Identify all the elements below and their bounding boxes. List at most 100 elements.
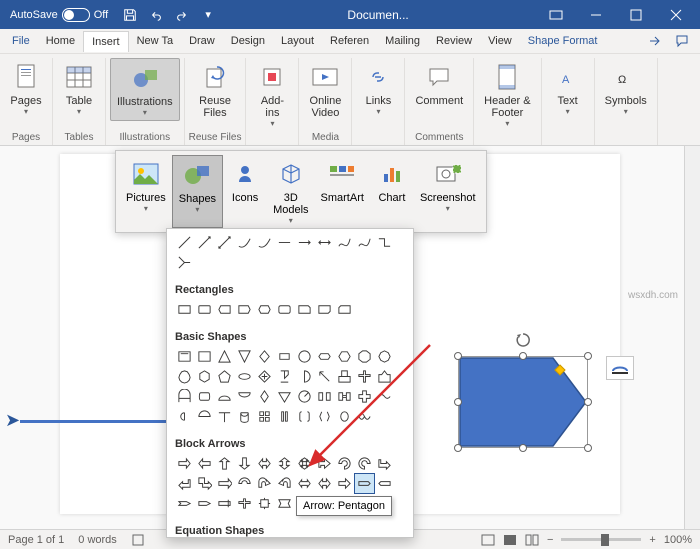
shape-item[interactable] [255,494,274,513]
shape-item[interactable] [175,253,194,272]
shape-item[interactable] [355,233,374,252]
shape-item[interactable] [275,494,294,513]
resize-handle[interactable] [584,444,592,452]
tab-insert[interactable]: Insert [83,31,129,52]
shape-item[interactable] [215,454,234,473]
shape-item[interactable] [215,474,234,493]
shape-item[interactable] [215,233,234,252]
shape-item[interactable] [295,387,314,406]
shape-item[interactable] [335,300,354,319]
shape-item[interactable] [235,454,254,473]
links-button[interactable]: Links▾ [356,58,400,119]
shape-item[interactable] [235,474,254,493]
ribbon-display-icon[interactable] [536,0,576,29]
illustrations-button[interactable]: Illustrations▾ [110,58,180,121]
shape-item[interactable] [195,387,214,406]
shapes-button[interactable]: Shapes▾ [172,155,223,228]
shape-item[interactable] [235,387,254,406]
3d-models-button[interactable]: 3D Models▾ [267,155,314,228]
shape-item[interactable] [235,300,254,319]
shape-item[interactable] [275,454,294,473]
zoom-slider[interactable] [561,538,641,541]
table-button[interactable]: Table▾ [57,58,101,119]
maximize-icon[interactable] [616,0,656,29]
resize-handle[interactable] [454,444,462,452]
shape-item[interactable] [235,347,254,366]
shape-item[interactable] [275,300,294,319]
shape-item[interactable] [255,454,274,473]
shape-item[interactable] [215,300,234,319]
tab-shape-format[interactable]: Shape Format [520,31,606,51]
shape-item[interactable] [195,347,214,366]
zoom-level[interactable]: 100% [664,534,692,546]
resize-handle[interactable] [454,398,462,406]
shape-item[interactable] [255,367,274,386]
share-icon[interactable] [640,29,668,53]
comment-button[interactable]: Comment [409,58,469,110]
pages-button[interactable]: Pages▾ [4,58,48,119]
tab-home[interactable]: Home [38,31,83,51]
shape-item[interactable] [375,233,394,252]
page-count[interactable]: Page 1 of 1 [8,534,64,546]
zoom-out-icon[interactable]: − [547,534,553,546]
shape-item[interactable] [375,387,394,406]
shape-item[interactable] [355,474,374,493]
shape-item[interactable] [175,300,194,319]
shape-item[interactable] [175,454,194,473]
shape-item[interactable] [195,407,214,426]
shape-item[interactable] [255,233,274,252]
shape-item[interactable] [375,474,394,493]
tab-review[interactable]: Review [428,31,480,51]
shape-item[interactable] [335,454,354,473]
shape-item[interactable] [295,407,314,426]
shape-item[interactable] [195,474,214,493]
tab-design[interactable]: Design [223,31,273,51]
shape-item[interactable] [195,454,214,473]
resize-handle[interactable] [519,444,527,452]
chart-button[interactable]: Chart [370,155,414,228]
shape-item[interactable] [255,300,274,319]
undo-icon[interactable] [144,3,168,27]
pictures-button[interactable]: Pictures▾ [120,155,172,228]
shape-item[interactable] [175,407,194,426]
shape-item[interactable] [175,494,194,513]
shape-item[interactable] [275,474,294,493]
shape-item[interactable] [255,474,274,493]
shape-item[interactable] [275,347,294,366]
shape-item[interactable] [315,454,334,473]
shape-item[interactable] [295,454,314,473]
icons-button[interactable]: Icons [223,155,267,228]
tab-file[interactable]: File [4,31,38,51]
shape-item[interactable] [175,233,194,252]
tab-newtab[interactable]: New Ta [129,31,181,51]
shape-item[interactable] [315,347,334,366]
text-button[interactable]: AText▾ [546,58,590,119]
shape-item[interactable] [235,367,254,386]
zoom-in-icon[interactable]: + [649,534,655,546]
shape-item[interactable] [215,367,234,386]
shape-item[interactable] [175,367,194,386]
shape-item[interactable] [375,347,394,366]
shape-item[interactable] [215,407,234,426]
shape-item[interactable] [295,233,314,252]
shape-item[interactable] [355,347,374,366]
shape-item[interactable] [335,367,354,386]
shape-item[interactable] [315,367,334,386]
reuse-files-button[interactable]: Reuse Files [193,58,237,122]
shape-item[interactable] [315,474,334,493]
save-icon[interactable] [118,3,142,27]
spellcheck-icon[interactable] [131,533,145,547]
shape-item[interactable] [295,300,314,319]
shape-item[interactable] [215,494,234,513]
layout-options-button[interactable] [606,356,634,380]
shape-item[interactable] [295,367,314,386]
autosave-toggle[interactable]: AutoSave Off [4,8,114,22]
screenshot-button[interactable]: Screenshot▾ [414,155,482,228]
shape-item[interactable] [275,387,294,406]
shape-item[interactable] [335,233,354,252]
resize-handle[interactable] [454,352,462,360]
resize-handle[interactable] [584,398,592,406]
shape-item[interactable] [315,407,334,426]
shape-item[interactable] [175,474,194,493]
shape-item[interactable] [195,300,214,319]
